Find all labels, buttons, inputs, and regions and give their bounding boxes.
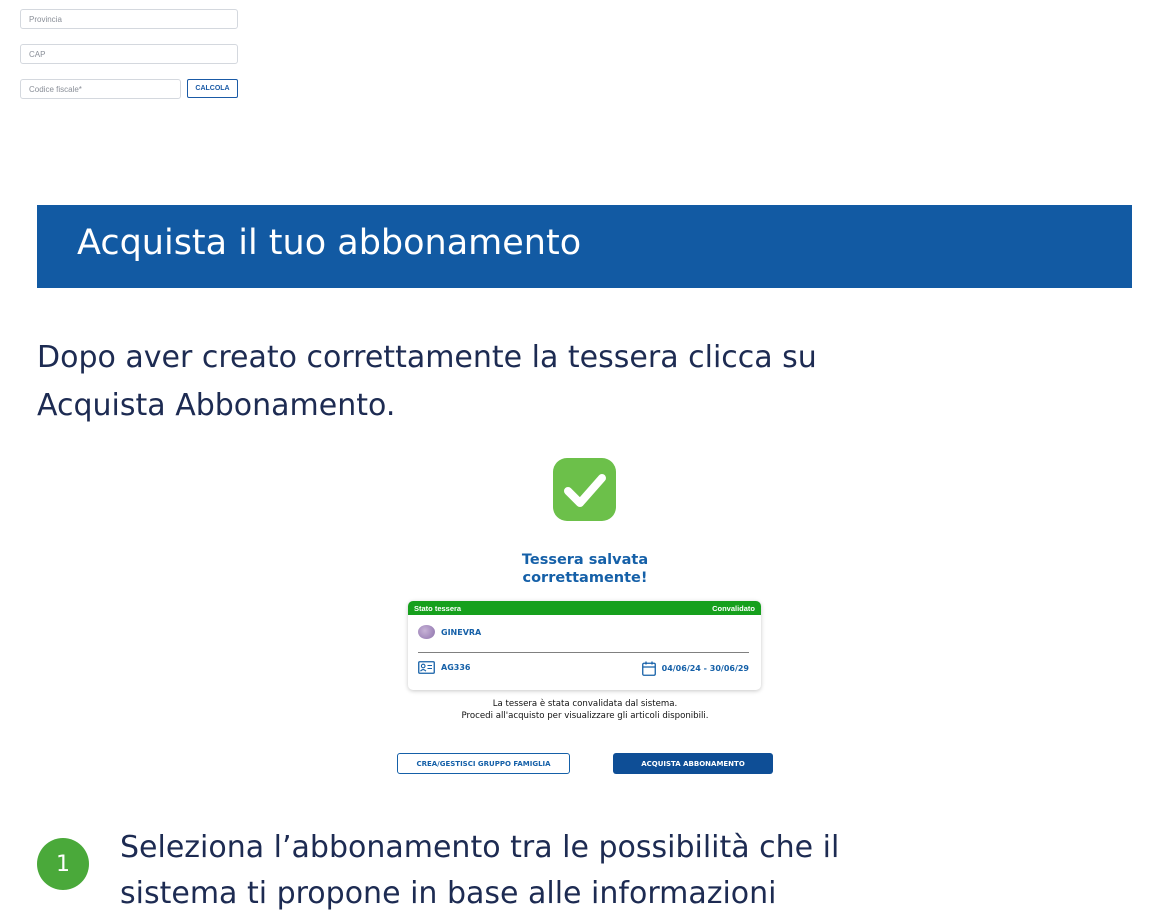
provincia-field[interactable]: Provincia (20, 9, 238, 29)
cap-field[interactable]: CAP (20, 44, 238, 64)
validation-message: La tessera è stata convalidata dal siste… (400, 698, 770, 722)
card-status-value: Convalidato (712, 603, 755, 613)
card-id: AG336 (441, 663, 471, 672)
intro-text: Dopo aver creato correttamente la tesser… (37, 340, 817, 423)
validation-message-line1: La tessera è stata convalidata dal siste… (492, 699, 678, 709)
buy-subscription-button[interactable]: ACQUISTA ABBONAMENTO (613, 753, 773, 774)
section-banner: Acquista il tuo abbonamento (37, 205, 1132, 288)
card-holder-name: GINEVRA (441, 627, 482, 637)
family-group-button[interactable]: CREA/GESTISCI GRUPPO FAMIGLIA (397, 753, 570, 774)
avatar (418, 625, 435, 639)
card-header: Stato tessera Convalidato (408, 601, 761, 615)
calendar-icon (641, 661, 656, 676)
codice-fiscale-placeholder: Codice fiscale* (29, 84, 82, 94)
family-group-button-label: CREA/GESTISCI GRUPPO FAMIGLIA (416, 759, 551, 768)
calcola-label: CALCOLA (195, 85, 230, 92)
cap-placeholder: CAP (29, 49, 46, 59)
validation-message-line2: Procedi all'acquisto per visualizzare gl… (461, 711, 709, 721)
codice-fiscale-field[interactable]: Codice fiscale* (20, 79, 181, 99)
step-number: 1 (56, 851, 70, 877)
check-icon (553, 458, 616, 521)
card-validity-group: 04/06/24 - 30/06/29 (641, 661, 749, 676)
membership-card: Stato tessera Convalidato GINEVRA AG336 (408, 601, 761, 690)
card-validity: 04/06/24 - 30/06/29 (661, 664, 749, 673)
provincia-placeholder: Provincia (29, 14, 62, 24)
banner-title: Acquista il tuo abbonamento (77, 223, 582, 263)
card-details-row: AG336 04/06/24 - 30/06/29 (418, 661, 749, 679)
step-number-badge: 1 (37, 838, 89, 890)
confirmation-title-line1: Tessera salvata (521, 552, 649, 568)
card-status-label: Stato tessera (414, 603, 462, 613)
calcola-button[interactable]: CALCOLA (187, 79, 238, 98)
card-holder-row: GINEVRA (418, 625, 481, 639)
id-card-icon (418, 661, 435, 674)
step-text: Seleziona l’abbonamento tra le possibili… (120, 830, 840, 911)
buy-subscription-button-label: ACQUISTA ABBONAMENTO (641, 759, 745, 768)
confirmation-title-line2: correttamente! (522, 570, 648, 586)
confirmation-title: Tessera salvata correttamente! (470, 551, 700, 587)
card-id-group: AG336 (418, 661, 470, 674)
card-divider (418, 652, 749, 653)
